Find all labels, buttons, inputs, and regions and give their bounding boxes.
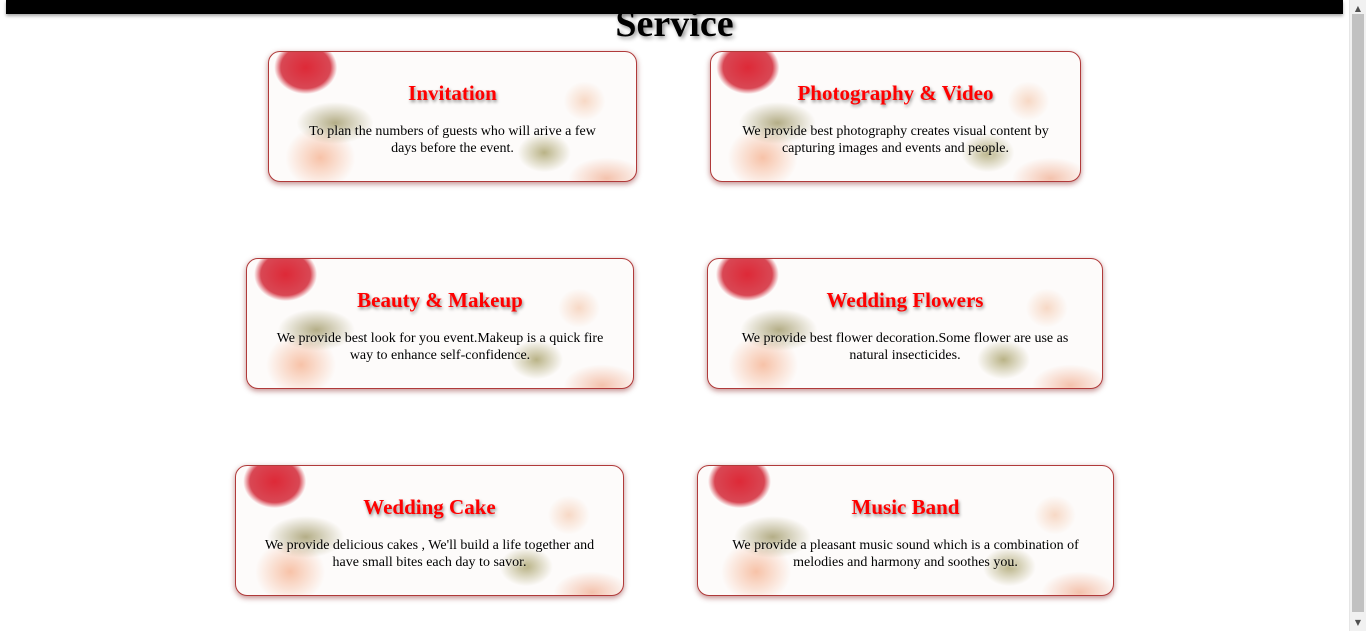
service-card-title: Photography & Video bbox=[797, 81, 994, 105]
triangle-down-icon[interactable]: ▼ bbox=[1350, 614, 1366, 631]
service-card-photography-video: Photography & Video We provide best phot… bbox=[710, 51, 1081, 182]
service-card-title: Beauty & Makeup bbox=[357, 288, 523, 312]
service-card-title: Wedding Cake bbox=[363, 495, 496, 519]
service-card-title: Music Band bbox=[851, 495, 960, 519]
vertical-scrollbar[interactable]: ▲ ▼ bbox=[1349, 0, 1366, 631]
service-card-description: We provide delicious cakes , We'll build… bbox=[264, 538, 595, 570]
service-card-description: We provide best flower decoration.Some f… bbox=[741, 331, 1069, 363]
service-card-description: We provide a pleasant music sound which … bbox=[732, 538, 1079, 570]
service-card-wedding-flowers: Wedding Flowers We provide best flower d… bbox=[707, 258, 1103, 389]
scrollbar-thumb[interactable] bbox=[1352, 14, 1364, 612]
service-card-title: Invitation bbox=[408, 81, 497, 105]
service-card-description: We provide best look for you event.Makeu… bbox=[276, 331, 604, 363]
service-card-music-band: Music Band We provide a pleasant music s… bbox=[697, 465, 1114, 596]
service-card-description: To plan the numbers of guests who will a… bbox=[309, 124, 596, 156]
page-viewport: Service Invitation To plan the numbers o… bbox=[0, 0, 1366, 631]
service-card-invitation: Invitation To plan the numbers of guests… bbox=[268, 51, 637, 182]
page-title: Service bbox=[615, 3, 734, 45]
service-card-description: We provide best photography creates visu… bbox=[742, 124, 1049, 156]
service-card-title: Wedding Flowers bbox=[826, 288, 984, 312]
service-card-beauty-makeup: Beauty & Makeup We provide best look for… bbox=[246, 258, 634, 389]
service-card-wedding-cake: Wedding Cake We provide delicious cakes … bbox=[235, 465, 624, 596]
